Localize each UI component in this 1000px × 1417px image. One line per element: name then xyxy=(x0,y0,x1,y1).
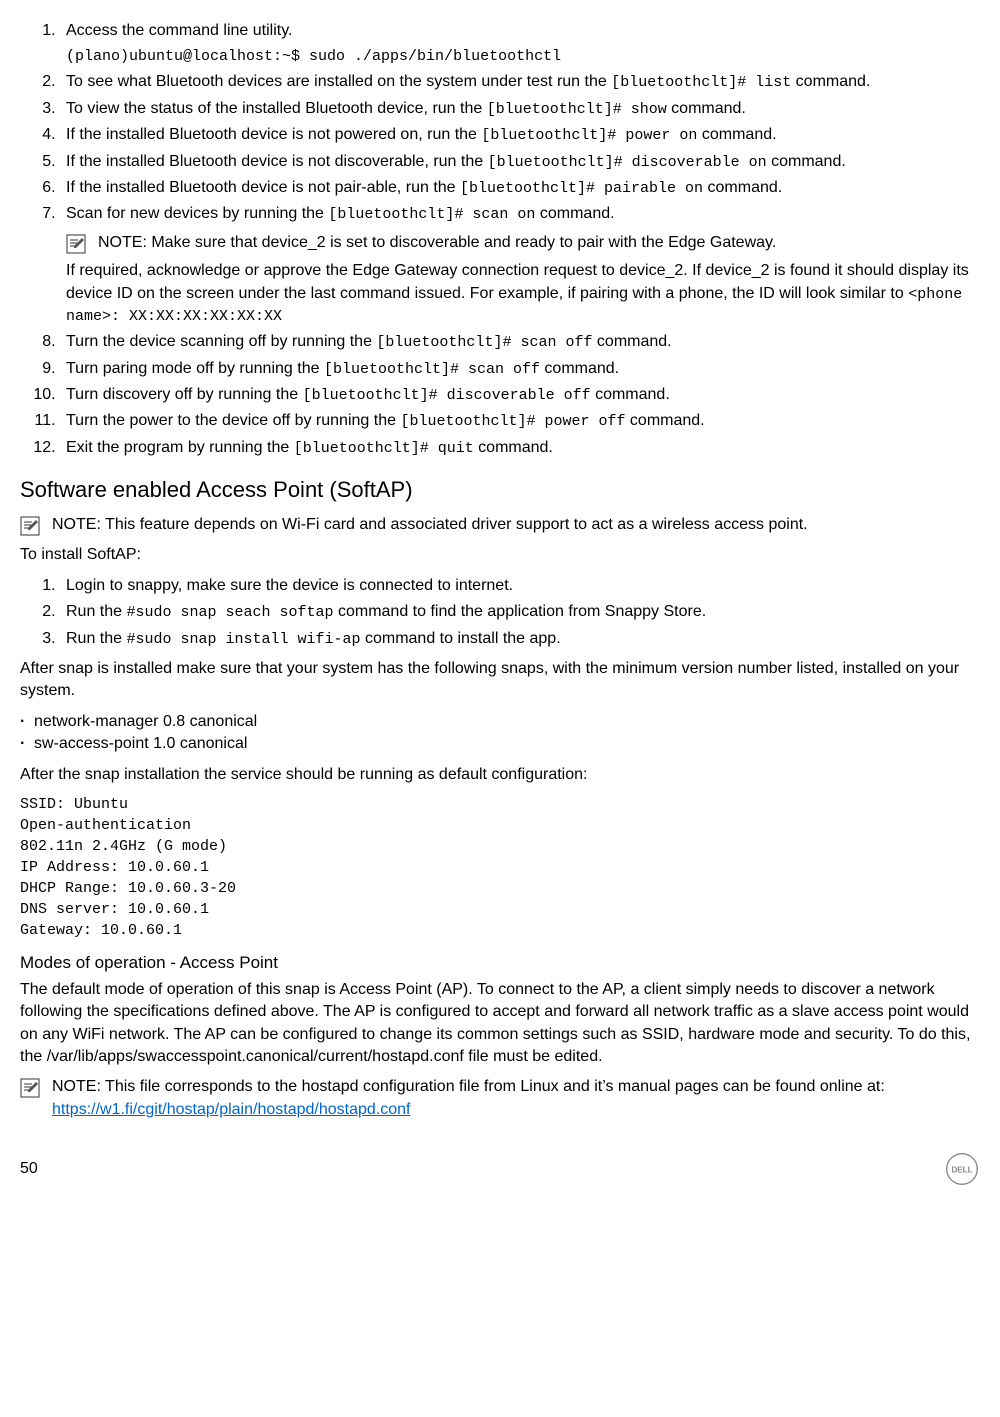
step-code: [bluetoothclt]# scan off xyxy=(324,361,540,378)
note-icon xyxy=(66,234,86,254)
step-text-pre: Turn the device scanning off by running … xyxy=(66,333,376,350)
step-text-post: command. xyxy=(535,205,614,222)
softap-heading: Software enabled Access Point (SoftAP) xyxy=(20,475,980,506)
step-code: [bluetoothclt]# quit xyxy=(294,440,474,457)
sub-para-text: If required, acknowledge or approve the … xyxy=(66,262,969,301)
step-code: #sudo snap install wifi-ap xyxy=(126,631,360,648)
step-code: [bluetoothclt]# discoverable on xyxy=(488,154,767,171)
step-text-post: command. xyxy=(625,412,704,429)
step-code: #sudo snap seach softap xyxy=(126,604,333,621)
page-footer: 50 DELL xyxy=(20,1151,980,1187)
note-text: NOTE: This file corresponds to the hosta… xyxy=(52,1076,980,1121)
step-9: Turn paring mode off by running the [blu… xyxy=(60,358,980,380)
note-row: NOTE: Make sure that device_2 is set to … xyxy=(66,232,980,254)
after-snap-para: After the snap installation the service … xyxy=(20,764,980,786)
step-4: If the installed Bluetooth device is not… xyxy=(60,124,980,146)
step-text-pre: Run the xyxy=(66,603,126,620)
page-number: 50 xyxy=(20,1158,38,1180)
step-text-post: command. xyxy=(697,126,776,143)
step-5: If the installed Bluetooth device is not… xyxy=(60,151,980,173)
step-text-post: command. xyxy=(592,333,671,350)
step-10: Turn discovery off by running the [bluet… xyxy=(60,384,980,406)
step-text-pre: If the installed Bluetooth device is not… xyxy=(66,153,488,170)
step-text-post: command to install the app. xyxy=(361,630,561,647)
bullet-item: network-manager 0.8 canonical xyxy=(34,711,980,733)
step-text-post: command to find the application from Sna… xyxy=(334,603,707,620)
bullet-item: sw-access-point 1.0 canonical xyxy=(34,733,980,755)
step-text-pre: To view the status of the installed Blue… xyxy=(66,100,487,117)
step-text-post: command. xyxy=(703,179,782,196)
step-12: Exit the program by running the [bluetoo… xyxy=(60,437,980,459)
modes-para: The default mode of operation of this sn… xyxy=(20,979,980,1069)
dell-logo-icon: DELL xyxy=(944,1151,980,1187)
step-text-pre: Exit the program by running the xyxy=(66,439,294,456)
softap-intro: To install SoftAP: xyxy=(20,544,980,566)
step-code: [bluetoothclt]# scan on xyxy=(328,206,535,223)
softap-steps-list: Login to snappy, make sure the device is… xyxy=(20,575,980,650)
step-text-post: command. xyxy=(540,360,619,377)
step-code: [bluetoothclt]# discoverable off xyxy=(303,387,591,404)
modes-heading: Modes of operation - Access Point xyxy=(20,951,980,975)
step-code: [bluetoothclt]# pairable on xyxy=(460,180,703,197)
step-text-post: command. xyxy=(791,73,870,90)
step-code: [bluetoothclt]# power off xyxy=(400,413,625,430)
step-text-post: command. xyxy=(667,100,746,117)
hostapd-link[interactable]: https://w1.fi/cgit/hostap/plain/hostapd/… xyxy=(52,1101,410,1118)
step-text-pre: Turn discovery off by running the xyxy=(66,386,303,403)
step-code: [bluetoothclt]# scan off xyxy=(376,334,592,351)
step-text-pre: Scan for new devices by running the xyxy=(66,205,328,222)
step-3: To view the status of the installed Blue… xyxy=(60,98,980,120)
step-sub-para: If required, acknowledge or approve the … xyxy=(66,260,980,327)
bluetooth-steps-list: Access the command line utility. (plano)… xyxy=(20,20,980,459)
step-text-post: command. xyxy=(767,153,846,170)
step-7: Scan for new devices by running the [blu… xyxy=(60,203,980,327)
after-install-para: After snap is installed make sure that y… xyxy=(20,658,980,703)
note-icon xyxy=(20,516,40,536)
step-text-pre: Turn the power to the device off by runn… xyxy=(66,412,400,429)
step-text-pre: To see what Bluetooth devices are instal… xyxy=(66,73,611,90)
step-text-post: command. xyxy=(591,386,670,403)
note-row: NOTE: This feature depends on Wi-Fi card… xyxy=(20,514,980,536)
step-code: [bluetoothclt]# list xyxy=(611,74,791,91)
config-block: SSID: Ubuntu Open-authentication 802.11n… xyxy=(20,794,980,941)
step-2: To see what Bluetooth devices are instal… xyxy=(60,71,980,93)
step-text-pre: Run the xyxy=(66,630,126,647)
softap-step-3: Run the #sudo snap install wifi-ap comma… xyxy=(60,628,980,650)
step-text-pre: If the installed Bluetooth device is not… xyxy=(66,179,460,196)
step-text-post: command. xyxy=(474,439,553,456)
step-command: (plano)ubuntu@localhost:~$ sudo ./apps/b… xyxy=(66,46,980,67)
softap-step-1: Login to snappy, make sure the device is… xyxy=(60,575,980,597)
step-6: If the installed Bluetooth device is not… xyxy=(60,177,980,199)
note-pre: NOTE: This file corresponds to the hosta… xyxy=(52,1078,885,1095)
note-icon xyxy=(20,1078,40,1098)
step-code: [bluetoothclt]# power on xyxy=(481,127,697,144)
step-text: Access the command line utility. xyxy=(66,22,292,39)
note-text: NOTE: Make sure that device_2 is set to … xyxy=(98,232,980,254)
svg-text:DELL: DELL xyxy=(951,1166,972,1175)
note-text: NOTE: This feature depends on Wi-Fi card… xyxy=(52,514,980,536)
step-11: Turn the power to the device off by runn… xyxy=(60,410,980,432)
step-text-pre: If the installed Bluetooth device is not… xyxy=(66,126,481,143)
step-text-pre: Turn paring mode off by running the xyxy=(66,360,324,377)
step-8: Turn the device scanning off by running … xyxy=(60,331,980,353)
softap-step-2: Run the #sudo snap seach softap command … xyxy=(60,601,980,623)
step-text: Login to snappy, make sure the device is… xyxy=(66,577,513,594)
note-row: NOTE: This file corresponds to the hosta… xyxy=(20,1076,980,1121)
step-code: [bluetoothclt]# show xyxy=(487,101,667,118)
step-1: Access the command line utility. (plano)… xyxy=(60,20,980,67)
snap-bullets: network-manager 0.8 canonical sw-access-… xyxy=(20,711,980,756)
